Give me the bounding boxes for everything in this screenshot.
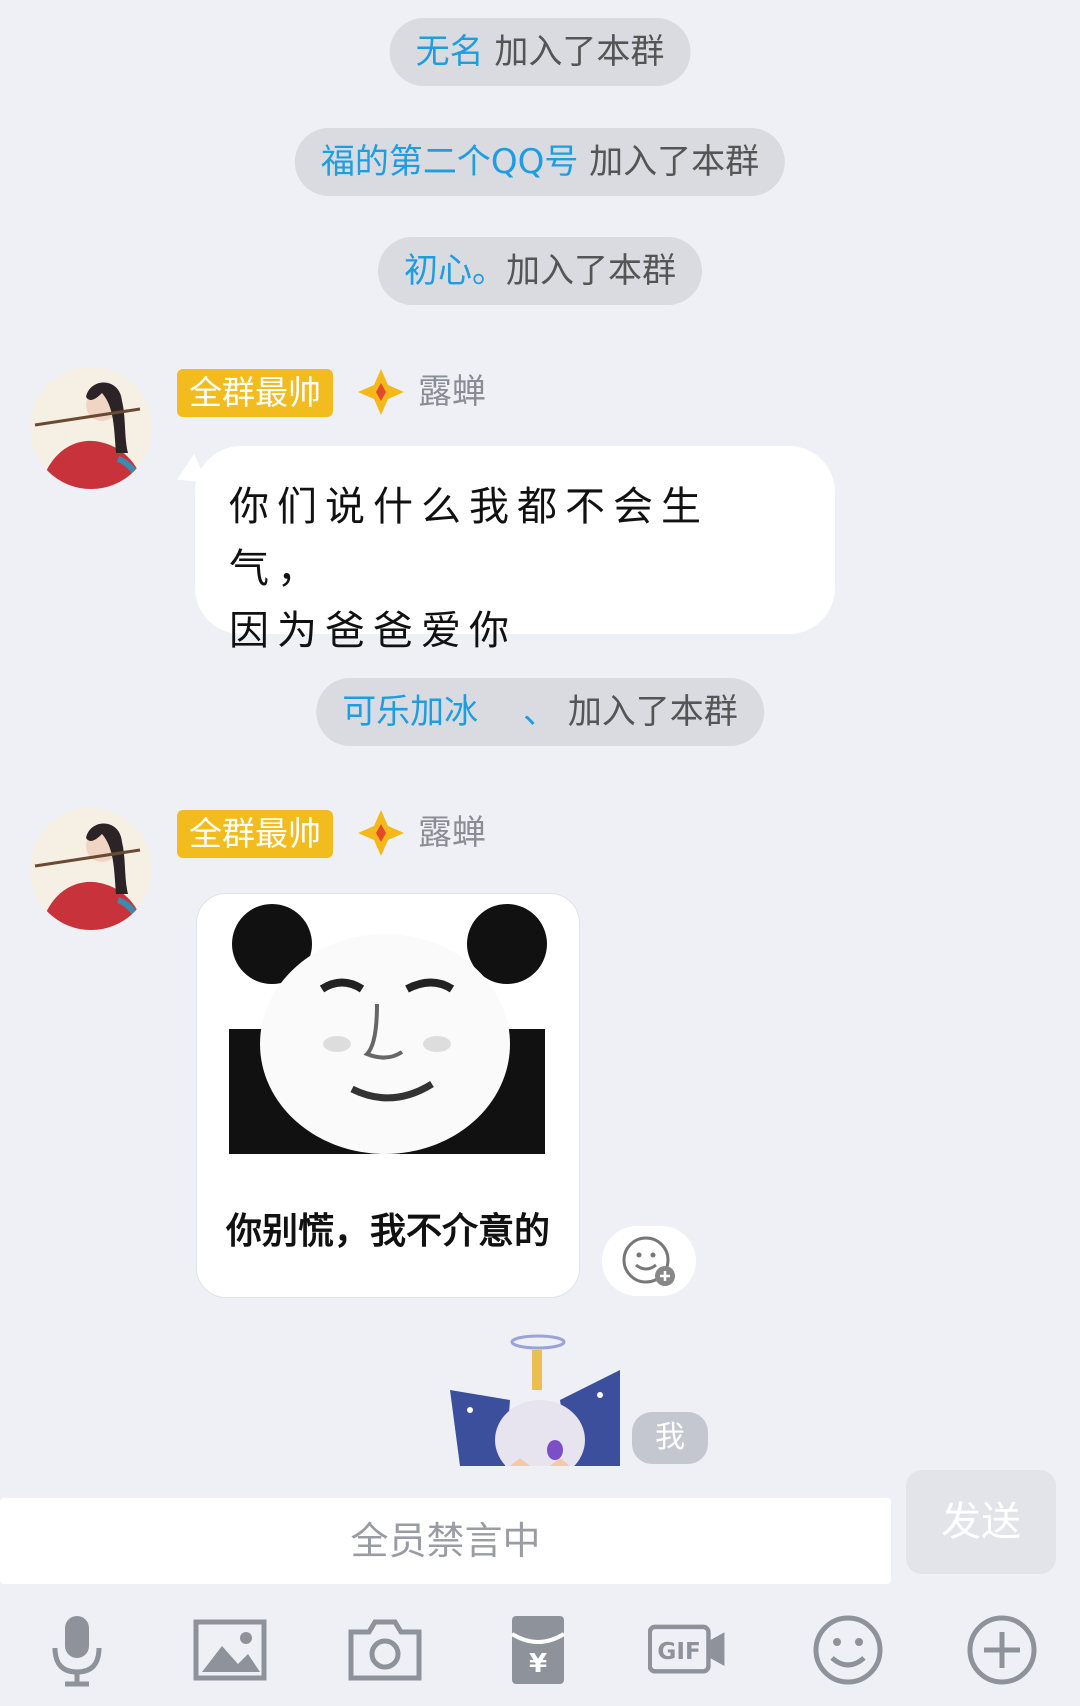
my-avatar[interactable] [450,1330,630,1466]
message-text: 你们说什么我都不会生气， 因为爸爸爱你 [229,476,789,662]
system-action-text: 加入了本群 [506,251,676,291]
sender-name[interactable]: 露蝉 [418,367,486,417]
sender-avatar[interactable] [30,808,152,930]
my-name-label: 我 [632,1412,708,1464]
sticker-message[interactable]: 你别慌，我不介意的 [196,893,580,1298]
emoji-icon[interactable] [808,1610,888,1690]
member-name-link[interactable]: 无名 [416,32,484,72]
plus-icon[interactable] [962,1610,1042,1690]
message-text-line: 因为爸爸爱你 [229,608,517,654]
sender-avatar[interactable] [30,367,152,489]
system-message: 可乐加冰 、 加入了本群 [316,678,764,746]
system-message: 福的第二个QQ号 加入了本群 [294,128,786,196]
level-diamond-icon [358,369,404,415]
message-input[interactable]: 全员禁言中 [0,1498,891,1584]
panda-meme-image [227,894,547,1164]
sticker-caption: 你别慌，我不介意的 [225,1211,550,1252]
member-name-link[interactable]: 福的第二个QQ号 [321,142,579,182]
level-diamond-icon [358,810,404,856]
send-button[interactable]: 发送 [906,1470,1056,1574]
text-message-bubble[interactable]: 你们说什么我都不会生气， 因为爸爸爱你 [195,446,835,654]
svg-text:¥: ¥ [529,1649,547,1679]
system-message: 无名 加入了本群 [389,18,691,86]
system-action-text: 加入了本群 [567,692,738,732]
microphone-icon[interactable] [37,1610,117,1690]
add-to-favorites-button[interactable] [602,1226,696,1296]
red-packet-icon[interactable]: ¥ [498,1610,578,1690]
camera-icon[interactable] [345,1610,425,1690]
gif-icon[interactable]: GIF [648,1610,728,1690]
system-message: 初心。加入了本群 [378,237,702,305]
member-title-badge: 全群最帅 [177,810,333,858]
system-action-text: 加入了本群 [494,32,665,72]
member-name-link[interactable]: 初心。 [404,251,506,291]
input-toolbar: ¥ GIF [0,1590,1080,1706]
member-title-badge: 全群最帅 [177,369,333,417]
svg-text:GIF: GIF [657,1639,700,1665]
add-emoji-icon [622,1236,675,1286]
image-icon[interactable] [190,1610,270,1690]
member-name-link[interactable]: 可乐加冰 、 [342,692,557,732]
message-text-line: 你们说什么我都不会生气， [229,484,709,592]
sender-name[interactable]: 露蝉 [418,808,486,858]
system-action-text: 加入了本群 [589,142,760,182]
